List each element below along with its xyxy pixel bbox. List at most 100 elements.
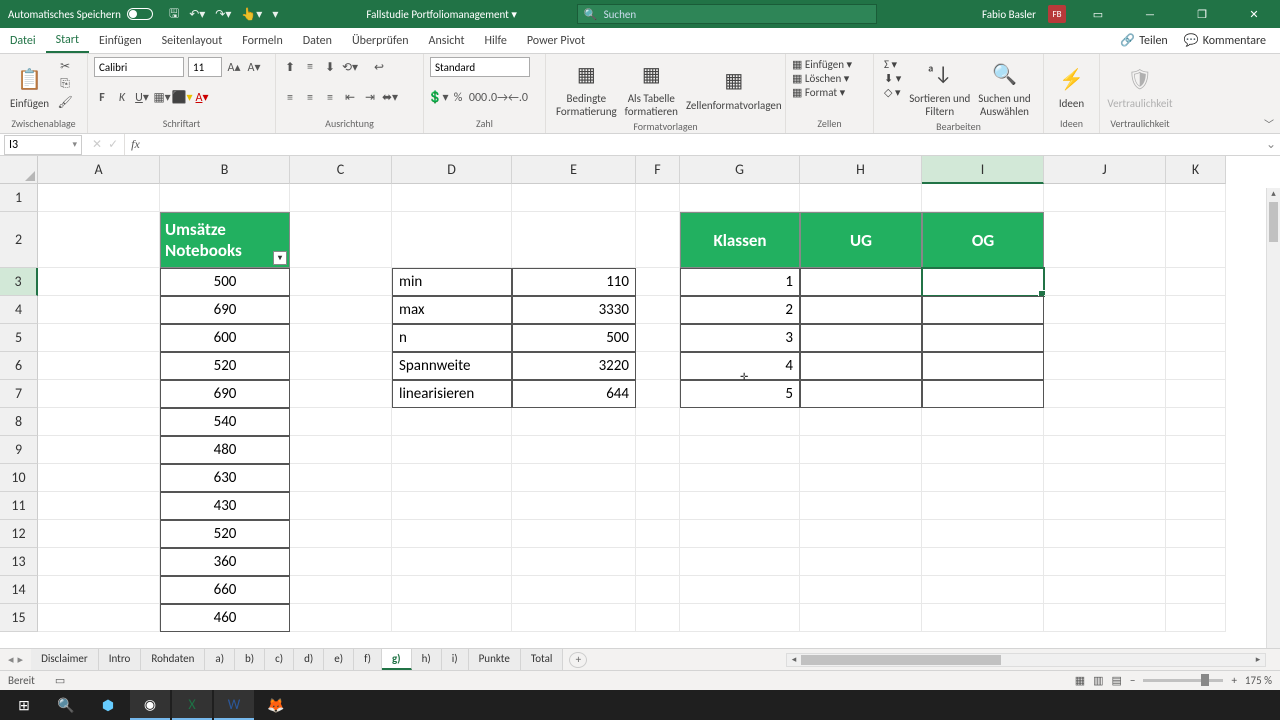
document-title[interactable]: Fallstudie Portfoliomanagement ▾ bbox=[366, 8, 517, 21]
name-box[interactable]: I3▾ bbox=[4, 135, 82, 155]
column-header[interactable]: F bbox=[636, 156, 680, 184]
cell[interactable] bbox=[290, 576, 392, 604]
user-badge[interactable]: FB bbox=[1048, 5, 1066, 23]
paste-button[interactable]: 📋 Einfügen bbox=[6, 56, 53, 117]
cell[interactable] bbox=[680, 492, 800, 520]
cell[interactable]: min bbox=[392, 268, 512, 296]
cell[interactable] bbox=[38, 576, 160, 604]
sheet-tab[interactable]: i) bbox=[442, 649, 469, 670]
cell[interactable]: 690 bbox=[160, 380, 290, 408]
row-header[interactable]: 4 bbox=[0, 296, 38, 324]
cell[interactable] bbox=[922, 548, 1044, 576]
cell[interactable] bbox=[290, 604, 392, 632]
cell[interactable] bbox=[922, 604, 1044, 632]
find-select-button[interactable]: 🔍Suchen und Auswählen bbox=[974, 56, 1034, 120]
cell[interactable] bbox=[800, 408, 922, 436]
cell[interactable] bbox=[922, 464, 1044, 492]
cut-icon[interactable]: ✂ bbox=[57, 58, 73, 74]
dec-decimal-icon[interactable]: ←.0 bbox=[510, 90, 526, 106]
fx-icon[interactable]: fx bbox=[125, 137, 146, 152]
cell[interactable] bbox=[922, 576, 1044, 604]
scroll-left-icon[interactable]: ◂ bbox=[787, 654, 801, 665]
cell[interactable] bbox=[160, 184, 290, 212]
cell[interactable] bbox=[290, 380, 392, 408]
cell[interactable] bbox=[1044, 296, 1166, 324]
cell[interactable] bbox=[38, 492, 160, 520]
search-taskbar-icon[interactable]: 🔍 bbox=[46, 690, 86, 720]
sheet-tab[interactable]: Intro bbox=[99, 649, 142, 670]
cell-styles-button[interactable]: ▦Zellenformatvorlagen bbox=[682, 56, 786, 120]
zoom-out-icon[interactable]: − bbox=[1130, 674, 1135, 687]
cell[interactable] bbox=[800, 604, 922, 632]
cell[interactable] bbox=[290, 464, 392, 492]
cell[interactable] bbox=[636, 268, 680, 296]
cell[interactable] bbox=[1044, 212, 1166, 268]
align-center-icon[interactable]: ≡ bbox=[302, 90, 318, 106]
normal-view-icon[interactable]: ▦ bbox=[1075, 674, 1085, 687]
tab-help[interactable]: Hilfe bbox=[475, 28, 517, 53]
cell[interactable] bbox=[392, 464, 512, 492]
cell[interactable]: 110 bbox=[512, 268, 636, 296]
taskbar-word-icon[interactable]: W bbox=[214, 690, 254, 720]
cell[interactable] bbox=[636, 604, 680, 632]
cell[interactable] bbox=[1166, 296, 1226, 324]
cell[interactable] bbox=[290, 492, 392, 520]
comma-icon[interactable]: 000 bbox=[470, 90, 486, 106]
cell[interactable] bbox=[392, 436, 512, 464]
decrease-font-icon[interactable]: A▾ bbox=[246, 59, 262, 75]
align-left-icon[interactable]: ≡ bbox=[282, 90, 298, 106]
cell[interactable] bbox=[38, 464, 160, 492]
enter-formula-icon[interactable]: ✓ bbox=[108, 137, 118, 152]
cell[interactable] bbox=[680, 576, 800, 604]
taskbar-app-1[interactable]: ⬢ bbox=[88, 690, 128, 720]
cell[interactable]: 2 bbox=[680, 296, 800, 324]
redo-icon[interactable]: ↷▾ bbox=[215, 7, 231, 22]
cell[interactable]: 600 bbox=[160, 324, 290, 352]
cell[interactable] bbox=[38, 296, 160, 324]
cell[interactable] bbox=[636, 464, 680, 492]
cell[interactable]: 500 bbox=[512, 324, 636, 352]
cell[interactable] bbox=[680, 604, 800, 632]
sheet-nav-prev-icon[interactable]: ◂ bbox=[8, 653, 14, 666]
spreadsheet-grid[interactable]: ABCDEFGHIJK12Umsätze Notebooks▾KlassenUG… bbox=[0, 156, 1266, 632]
cell[interactable]: 520 bbox=[160, 520, 290, 548]
cell[interactable] bbox=[1166, 380, 1226, 408]
cell[interactable]: UG bbox=[800, 212, 922, 268]
cell[interactable] bbox=[38, 352, 160, 380]
cell[interactable] bbox=[290, 324, 392, 352]
cell[interactable] bbox=[922, 352, 1044, 380]
font-size-input[interactable] bbox=[188, 57, 222, 77]
cell[interactable]: 630 bbox=[160, 464, 290, 492]
scroll-up-icon[interactable]: ▴ bbox=[1267, 188, 1280, 202]
font-color-icon[interactable]: A▾ bbox=[194, 90, 210, 106]
cell[interactable] bbox=[922, 520, 1044, 548]
cell[interactable]: 360 bbox=[160, 548, 290, 576]
sheet-tab[interactable]: g) bbox=[382, 649, 412, 670]
number-format-select[interactable] bbox=[430, 57, 530, 77]
cell[interactable] bbox=[1044, 408, 1166, 436]
sheet-tab[interactable]: Disclaimer bbox=[31, 649, 99, 670]
cell[interactable] bbox=[1044, 520, 1166, 548]
cell[interactable] bbox=[290, 408, 392, 436]
cell[interactable] bbox=[680, 464, 800, 492]
cell[interactable] bbox=[38, 604, 160, 632]
close-icon[interactable]: ✕ bbox=[1234, 0, 1274, 28]
format-painter-icon[interactable]: 🖌 bbox=[57, 94, 73, 110]
cell[interactable] bbox=[512, 212, 636, 268]
cancel-formula-icon[interactable]: ✕ bbox=[92, 137, 102, 152]
delete-cells-button[interactable]: ▦ Löschen ▾ bbox=[792, 72, 867, 85]
cell[interactable] bbox=[680, 436, 800, 464]
sheet-tab[interactable]: Rohdaten bbox=[141, 649, 205, 670]
collapse-ribbon-icon[interactable]: ﹀ bbox=[1264, 116, 1274, 131]
cell[interactable] bbox=[1044, 576, 1166, 604]
cell[interactable]: n bbox=[392, 324, 512, 352]
row-header[interactable]: 9 bbox=[0, 436, 38, 464]
cell[interactable]: 430 bbox=[160, 492, 290, 520]
toggle-switch[interactable] bbox=[127, 8, 153, 20]
cell[interactable] bbox=[636, 184, 680, 212]
clear-icon[interactable]: ◇ ▾ bbox=[884, 86, 901, 99]
sheet-nav-next-icon[interactable]: ▸ bbox=[18, 653, 24, 666]
percent-icon[interactable]: % bbox=[450, 90, 466, 106]
cell[interactable] bbox=[800, 380, 922, 408]
cell[interactable] bbox=[636, 296, 680, 324]
